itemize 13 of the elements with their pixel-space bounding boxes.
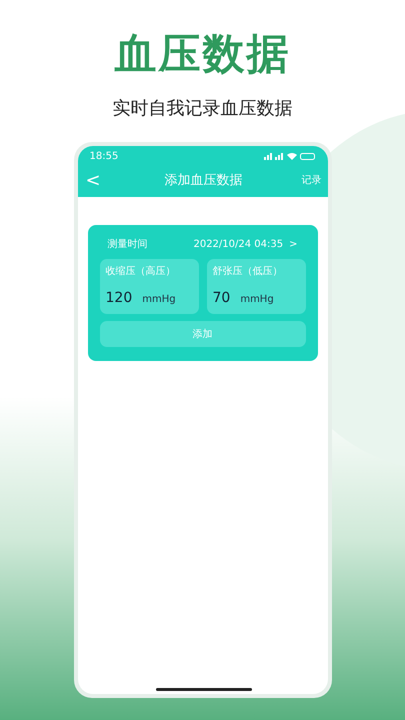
time-value[interactable]: 2022/10/24 04:35 <box>193 238 284 250</box>
status-icons <box>264 152 316 160</box>
time-label: 测量时间 <box>108 238 148 251</box>
records-link[interactable]: 记录 <box>292 173 322 187</box>
add-button[interactable]: 添加 <box>100 321 306 347</box>
chevron-icon[interactable]: > <box>289 238 298 250</box>
back-button[interactable]: < <box>86 170 116 190</box>
subtitle: 实时自我记录血压数据 <box>112 97 292 120</box>
pressure-field[interactable]: 舒张压（低压） 70 mmHg <box>206 259 306 314</box>
pressure-field[interactable]: 收缩压（高压） 120 mmHg <box>100 259 198 314</box>
screen-title: 添加血压数据 <box>164 172 242 189</box>
status-time: 18:55 <box>90 150 118 162</box>
headline: 血压数据 <box>114 28 290 80</box>
